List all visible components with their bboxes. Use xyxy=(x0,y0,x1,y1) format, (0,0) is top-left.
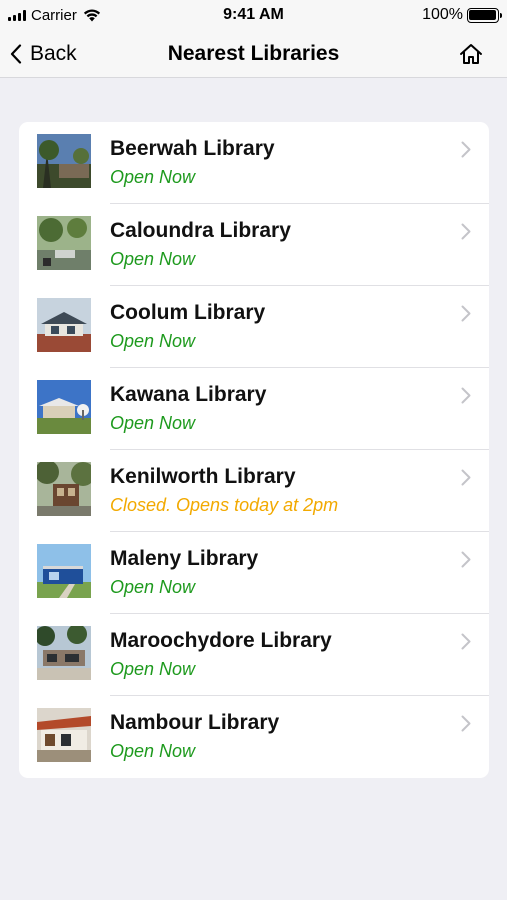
library-name: Kenilworth Library xyxy=(110,465,296,488)
library-name: Caloundra Library xyxy=(110,219,291,242)
list-item-maleny[interactable]: Maleny Library Open Now xyxy=(19,532,489,614)
screen: Carrier 9:41 AM 100% Back Nearest Librar… xyxy=(0,0,507,900)
library-status: Open Now xyxy=(110,413,196,433)
status-time: 9:41 AM xyxy=(223,6,284,23)
battery-fill xyxy=(469,10,497,20)
list-item-maroochydore[interactable]: Maroochydore Library Open Now xyxy=(19,614,489,696)
chevron-right-icon xyxy=(461,633,471,650)
list-item-text: Maroochydore Library Open Now xyxy=(110,628,332,681)
library-list: Beerwah Library Open Now Caloundra Libra… xyxy=(19,122,489,778)
library-name: Kawana Library xyxy=(110,383,267,406)
library-thumbnail-maroochydore xyxy=(37,626,91,680)
list-item-nambour[interactable]: Nambour Library Open Now xyxy=(19,696,489,778)
library-photo xyxy=(37,216,91,270)
library-photo xyxy=(37,380,91,434)
library-status: Open Now xyxy=(110,577,196,597)
navigation-bar: Back Nearest Libraries xyxy=(0,30,507,78)
library-photo xyxy=(37,134,91,188)
library-thumbnail-kawana xyxy=(37,380,91,434)
library-status: Open Now xyxy=(110,167,196,187)
library-photo xyxy=(37,544,91,598)
library-status: Open Now xyxy=(110,249,196,269)
library-thumbnail-maleny xyxy=(37,544,91,598)
list-item-text: Kawana Library Open Now xyxy=(110,382,266,435)
chevron-right-icon xyxy=(461,305,471,322)
battery-icon xyxy=(466,7,502,23)
library-name: Maroochydore Library xyxy=(110,629,332,652)
chevron-right-icon xyxy=(461,141,471,158)
list-item-text: Beerwah Library Open Now xyxy=(110,136,275,189)
chevron-left-icon xyxy=(10,44,22,64)
back-label: Back xyxy=(30,42,77,65)
library-name: Coolum Library xyxy=(110,301,266,324)
library-thumbnail-beerwah xyxy=(37,134,91,188)
chevron-right-icon xyxy=(461,223,471,240)
battery-percent: 100% xyxy=(422,6,463,23)
list-item-text: Caloundra Library Open Now xyxy=(110,218,291,271)
status-left: Carrier xyxy=(8,7,168,24)
list-item-text: Coolum Library Open Now xyxy=(110,300,265,353)
status-bar: Carrier 9:41 AM 100% xyxy=(0,0,507,30)
library-photo xyxy=(37,462,91,516)
library-name: Maleny Library xyxy=(110,547,259,570)
list-item-kawana[interactable]: Kawana Library Open Now xyxy=(19,368,489,450)
library-photo xyxy=(37,708,91,762)
list-item-caloundra[interactable]: Caloundra Library Open Now xyxy=(19,204,489,286)
list-item-coolum[interactable]: Coolum Library Open Now xyxy=(19,286,489,368)
chevron-right-icon xyxy=(461,715,471,732)
list-item-text: Nambour Library Open Now xyxy=(110,710,279,763)
library-status: Open Now xyxy=(110,741,196,761)
library-name: Beerwah Library xyxy=(110,137,275,160)
library-status: Open Now xyxy=(110,331,196,351)
wifi-icon xyxy=(83,9,100,22)
back-button[interactable]: Back xyxy=(10,36,77,72)
list-item-text: Maleny Library Open Now xyxy=(110,546,258,599)
chevron-right-icon xyxy=(461,469,471,486)
library-status: Open Now xyxy=(110,659,196,679)
list-item-kenilworth[interactable]: Kenilworth Library Closed. Opens today a… xyxy=(19,450,489,532)
list-item-beerwah[interactable]: Beerwah Library Open Now xyxy=(19,122,489,204)
library-thumbnail-nambour xyxy=(37,708,91,762)
carrier-label: Carrier xyxy=(31,6,77,24)
chevron-right-icon xyxy=(461,387,471,404)
library-photo xyxy=(37,298,91,352)
library-thumbnail-kenilworth xyxy=(37,462,91,516)
library-photo xyxy=(37,626,91,680)
home-button[interactable] xyxy=(457,41,485,67)
signal-icon xyxy=(8,9,26,21)
library-thumbnail-caloundra xyxy=(37,216,91,270)
library-name: Nambour Library xyxy=(110,711,280,734)
library-status: Closed. Opens today at 2pm xyxy=(110,495,339,515)
home-icon xyxy=(460,44,482,64)
library-thumbnail-coolum xyxy=(37,298,91,352)
list-item-text: Kenilworth Library Closed. Opens today a… xyxy=(110,464,338,517)
status-right: 100% xyxy=(339,6,502,24)
chevron-right-icon xyxy=(461,551,471,568)
